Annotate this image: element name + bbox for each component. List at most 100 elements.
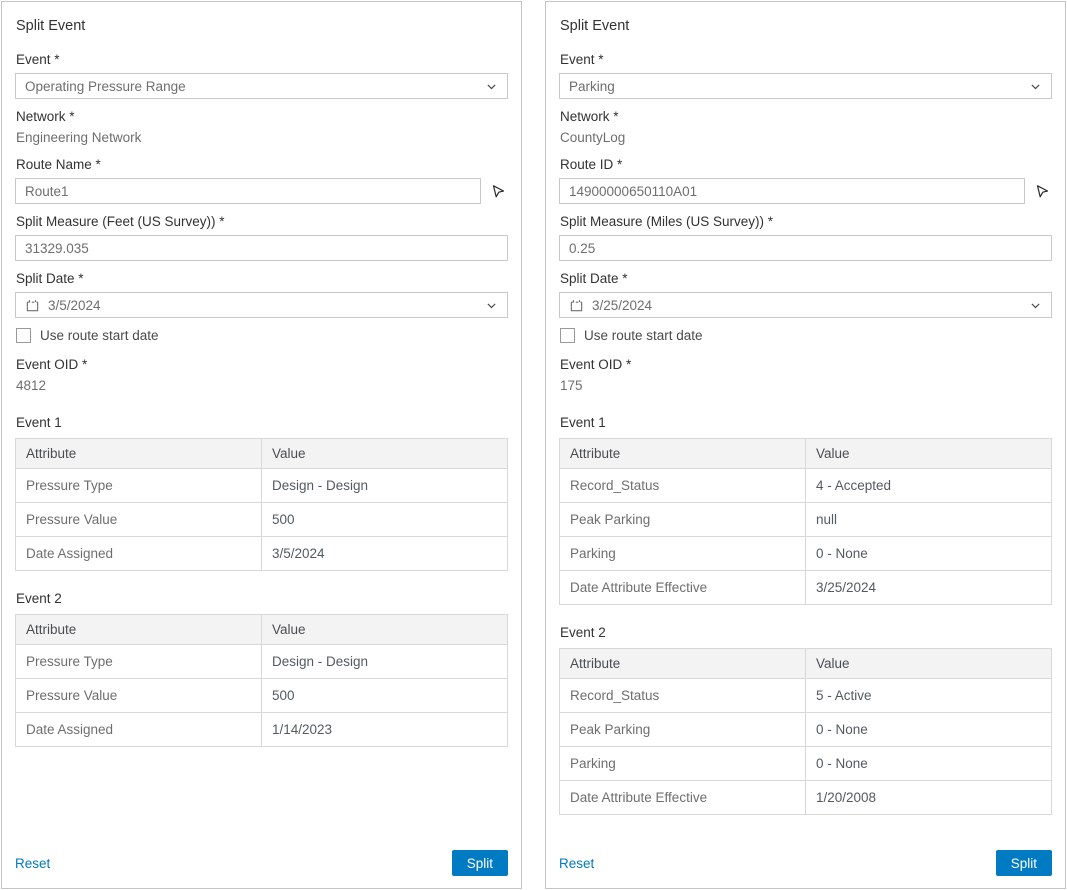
event1-heading: Event 1 bbox=[16, 415, 508, 430]
network-label: Network * bbox=[560, 109, 1052, 124]
chevron-down-icon bbox=[485, 299, 498, 312]
value-cell: 3/25/2024 bbox=[806, 571, 1052, 605]
table-row: Parking 0 - None bbox=[560, 747, 1052, 781]
value-cell: 500 bbox=[262, 503, 508, 537]
attribute-cell: Pressure Type bbox=[16, 645, 262, 679]
reset-button[interactable]: Reset bbox=[559, 856, 594, 871]
use-route-start-date-checkbox[interactable] bbox=[16, 328, 31, 343]
table-header-row: Attribute Value bbox=[560, 439, 1052, 469]
attribute-cell: Record_Status bbox=[560, 679, 806, 713]
value-cell: 1/14/2023 bbox=[262, 713, 508, 747]
event-select[interactable]: Operating Pressure Range bbox=[15, 73, 508, 99]
table-row: Date Attribute Effective 3/25/2024 bbox=[560, 571, 1052, 605]
value-column-header: Value bbox=[806, 649, 1052, 679]
attribute-column-header: Attribute bbox=[560, 649, 806, 679]
use-route-start-date-label: Use route start date bbox=[40, 328, 159, 343]
attribute-cell: Date Attribute Effective bbox=[560, 571, 806, 605]
event1-heading: Event 1 bbox=[560, 415, 1052, 430]
chevron-down-icon bbox=[485, 80, 498, 93]
event-label: Event * bbox=[16, 52, 508, 67]
page-title: Split Event bbox=[16, 18, 508, 34]
route-input[interactable] bbox=[559, 178, 1025, 204]
attribute-cell: Pressure Type bbox=[16, 469, 262, 503]
calendar-icon bbox=[569, 298, 584, 313]
event1-table: Attribute Value Record_Status 4 - Accept… bbox=[559, 438, 1052, 605]
measure-input[interactable] bbox=[15, 235, 508, 261]
use-route-start-date-checkbox[interactable] bbox=[560, 328, 575, 343]
table-row: Pressure Value 500 bbox=[16, 503, 508, 537]
attribute-cell: Date Assigned bbox=[16, 537, 262, 571]
event-oid-label: Event OID * bbox=[16, 357, 508, 372]
value-cell: 3/5/2024 bbox=[262, 537, 508, 571]
event-oid-value: 175 bbox=[560, 378, 1052, 393]
location-pointer-icon[interactable] bbox=[1032, 181, 1052, 201]
table-row: Parking 0 - None bbox=[560, 537, 1052, 571]
split-date-picker[interactable]: 3/25/2024 bbox=[559, 292, 1052, 318]
table-header-row: Attribute Value bbox=[560, 649, 1052, 679]
location-pointer-icon[interactable] bbox=[488, 181, 508, 201]
route-label: Route ID * bbox=[560, 157, 1052, 172]
split-event-panel-left: Split Event Event * Operating Pressure R… bbox=[1, 1, 522, 889]
value-cell: 0 - None bbox=[806, 713, 1052, 747]
event-label: Event * bbox=[560, 52, 1052, 67]
attribute-cell: Pressure Value bbox=[16, 503, 262, 537]
measure-input[interactable] bbox=[559, 235, 1052, 261]
table-row: Peak Parking 0 - None bbox=[560, 713, 1052, 747]
attribute-column-header: Attribute bbox=[560, 439, 806, 469]
value-cell: 5 - Active bbox=[806, 679, 1052, 713]
event-select-value: Parking bbox=[569, 79, 1029, 94]
attribute-cell: Peak Parking bbox=[560, 713, 806, 747]
value-cell: 4 - Accepted bbox=[806, 469, 1052, 503]
attribute-cell: Date Attribute Effective bbox=[560, 781, 806, 815]
event2-table: Attribute Value Pressure Type Design - D… bbox=[15, 614, 508, 747]
table-row: Record_Status 5 - Active bbox=[560, 679, 1052, 713]
table-row: Date Assigned 1/14/2023 bbox=[16, 713, 508, 747]
table-header-row: Attribute Value bbox=[16, 615, 508, 645]
attribute-cell: Peak Parking bbox=[560, 503, 806, 537]
value-column-header: Value bbox=[262, 615, 508, 645]
route-input[interactable] bbox=[15, 178, 481, 204]
event2-heading: Event 2 bbox=[560, 625, 1052, 640]
network-value: Engineering Network bbox=[16, 130, 508, 145]
chevron-down-icon bbox=[1029, 299, 1042, 312]
table-row: Peak Parking null bbox=[560, 503, 1052, 537]
event2-table: Attribute Value Record_Status 5 - Active… bbox=[559, 648, 1052, 815]
value-cell: Design - Design bbox=[262, 469, 508, 503]
value-column-header: Value bbox=[262, 439, 508, 469]
split-event-panel-right: Split Event Event * Parking Network * Co… bbox=[545, 1, 1066, 889]
attribute-column-header: Attribute bbox=[16, 439, 262, 469]
network-value: CountyLog bbox=[560, 130, 1052, 145]
attribute-cell: Record_Status bbox=[560, 469, 806, 503]
event-oid-label: Event OID * bbox=[560, 357, 1052, 372]
split-date-picker[interactable]: 3/5/2024 bbox=[15, 292, 508, 318]
split-button[interactable]: Split bbox=[452, 850, 508, 876]
split-date-value: 3/5/2024 bbox=[48, 298, 485, 313]
table-row: Pressure Value 500 bbox=[16, 679, 508, 713]
attribute-cell: Date Assigned bbox=[16, 713, 262, 747]
event-oid-value: 4812 bbox=[16, 378, 508, 393]
attribute-cell: Parking bbox=[560, 747, 806, 781]
measure-label: Split Measure (Miles (US Survey)) * bbox=[560, 214, 1052, 229]
measure-label: Split Measure (Feet (US Survey)) * bbox=[16, 214, 508, 229]
split-button[interactable]: Split bbox=[996, 850, 1052, 876]
attribute-column-header: Attribute bbox=[16, 615, 262, 645]
page-title: Split Event bbox=[560, 18, 1052, 34]
event-select-value: Operating Pressure Range bbox=[25, 79, 485, 94]
split-date-label: Split Date * bbox=[560, 271, 1052, 286]
value-cell: 1/20/2008 bbox=[806, 781, 1052, 815]
calendar-icon bbox=[25, 298, 40, 313]
event1-table: Attribute Value Pressure Type Design - D… bbox=[15, 438, 508, 571]
reset-button[interactable]: Reset bbox=[15, 856, 50, 871]
route-label: Route Name * bbox=[16, 157, 508, 172]
value-cell: Design - Design bbox=[262, 645, 508, 679]
chevron-down-icon bbox=[1029, 80, 1042, 93]
table-row: Pressure Type Design - Design bbox=[16, 469, 508, 503]
event-select[interactable]: Parking bbox=[559, 73, 1052, 99]
table-row: Date Attribute Effective 1/20/2008 bbox=[560, 781, 1052, 815]
value-cell: null bbox=[806, 503, 1052, 537]
attribute-cell: Pressure Value bbox=[16, 679, 262, 713]
value-cell: 0 - None bbox=[806, 537, 1052, 571]
network-label: Network * bbox=[16, 109, 508, 124]
table-row: Date Assigned 3/5/2024 bbox=[16, 537, 508, 571]
attribute-cell: Parking bbox=[560, 537, 806, 571]
